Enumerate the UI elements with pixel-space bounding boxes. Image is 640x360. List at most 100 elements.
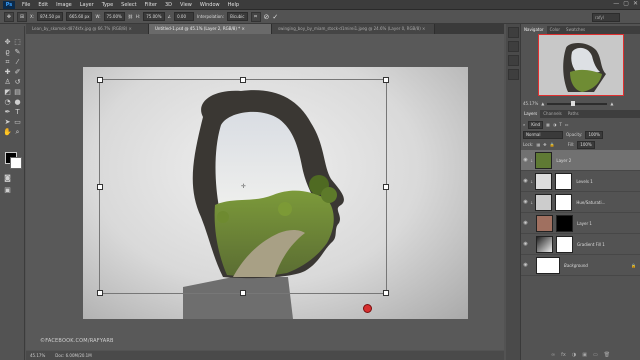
layer-name[interactable]: Layer 1 [577,221,592,226]
link-layers-icon[interactable]: ∞ [551,352,555,360]
lasso-tool-icon[interactable]: ϱ [3,48,12,57]
history-panel-icon[interactable] [507,27,519,38]
menu-help[interactable]: Help [224,2,243,8]
link-icon[interactable]: ⛓ [128,14,133,19]
menu-type[interactable]: Type [98,2,117,8]
document-tab-active[interactable]: Untitled-1.psd @ 45.1% (Layer 2, RGB/8) … [149,24,272,34]
maximize-button[interactable]: ▢ [623,0,629,7]
transform-handle[interactable] [97,77,103,83]
path-select-tool-icon[interactable]: ➤ [3,118,12,127]
new-layer-icon[interactable]: ▭ [593,352,598,360]
tab-swatches[interactable]: Swatches [563,26,588,34]
cancel-transform-icon[interactable]: ⊘ [264,13,270,21]
zoom-slider-knob[interactable] [571,100,576,106]
width-field[interactable]: 75.00% [103,12,125,21]
type-tool-icon[interactable]: T [13,108,22,117]
pen-tool-icon[interactable]: ✒ [3,108,12,117]
marquee-tool-icon[interactable]: ⬚ [13,38,22,47]
visibility-eye-icon[interactable]: ◉ [521,157,530,163]
blend-mode-select[interactable]: Normal [523,130,563,139]
eraser-tool-icon[interactable]: ◩ [3,88,12,97]
screen-mode-icon[interactable]: ▣ [3,186,12,195]
tab-navigator[interactable]: Navigator [521,26,547,34]
navigator-zoom-slider[interactable] [547,100,608,106]
menu-window[interactable]: Window [196,2,224,8]
gradient-tool-icon[interactable]: ▤ [13,88,22,97]
delete-layer-icon[interactable]: 🗑 [604,352,610,360]
tab-paths[interactable]: Paths [565,110,582,118]
lock-all-icon[interactable]: 🔒 [550,142,555,147]
minimize-button[interactable]: — [613,0,619,7]
transform-bounding-box[interactable]: ✛ [97,77,389,296]
transform-handle[interactable] [383,290,389,296]
transform-handle[interactable] [240,290,246,296]
dodge-tool-icon[interactable]: ● [13,98,22,107]
zoom-out-icon[interactable]: ▲ [541,101,544,106]
layer-name[interactable]: Hue/Saturati... [576,200,605,205]
navigator-zoom-value[interactable]: 45.17% [523,101,538,106]
layer-row[interactable]: ◉ ↓ Layer 2 [521,150,640,171]
layer-name[interactable]: Background [564,263,588,268]
zoom-tool-icon[interactable]: ⌕ [13,128,22,137]
hand-tool-icon[interactable]: ✋ [3,128,12,137]
warp-icon[interactable]: ⌗ [250,11,261,22]
transform-center-icon[interactable]: ✛ [241,183,246,190]
history-brush-tool-icon[interactable]: ↺ [13,78,22,87]
transform-handle[interactable] [240,77,246,83]
filter-adjust-icon[interactable]: ◑ [553,122,557,127]
layer-row[interactable]: ◉ Layer 1 [521,213,640,234]
angle-field[interactable]: 0.00 [174,12,195,21]
transform-handle[interactable] [383,77,389,83]
adjustment-layer-icon[interactable]: ◑ [572,352,576,360]
filter-shape-icon[interactable]: ▭ [565,122,569,127]
layer-row[interactable]: ◉ ↓ Hue/Saturati... [521,192,640,213]
visibility-eye-icon[interactable]: ◉ [521,178,530,184]
brush-tool-icon[interactable]: ✐ [13,68,22,77]
crop-tool-icon[interactable]: ⌗ [3,58,12,67]
zoom-in-icon[interactable]: ▲ [610,101,613,106]
layer-row[interactable]: ◉ ↓ Levels 1 [521,171,640,192]
navigator-viewbox[interactable] [538,34,624,96]
document-tab[interactable]: swinging_boy_by_miam_stock-d1mirei1.jpeg… [272,24,435,34]
menu-select[interactable]: Select [117,2,140,8]
document-canvas[interactable]: ✛ [83,67,468,319]
layer-kind-select[interactable]: Kind [528,120,544,129]
visibility-eye-icon[interactable]: ◉ [521,220,530,226]
reference-point-icon[interactable]: ⊞ [17,11,27,22]
tab-layers[interactable]: Layers [521,110,541,118]
new-group-icon[interactable]: ▣ [582,352,587,360]
visibility-eye-icon[interactable]: ◉ [521,262,530,268]
blur-tool-icon[interactable]: ◔ [3,98,12,107]
close-button[interactable]: ✕ [633,0,638,7]
clone-stamp-tool-icon[interactable]: ♙ [3,78,12,87]
layer-style-icon[interactable]: fx [561,352,566,360]
tab-channels[interactable]: Channels [540,110,565,118]
menu-file[interactable]: File [18,2,34,8]
menu-view[interactable]: View [176,2,196,8]
visibility-eye-icon[interactable]: ◉ [521,199,530,205]
healing-tool-icon[interactable]: ✚ [3,68,12,77]
properties-panel-icon[interactable] [507,41,519,52]
lock-position-icon[interactable]: ✥ [543,142,546,147]
status-zoom[interactable]: 45.17% [30,353,45,358]
interpolation-select[interactable]: Bicubic [227,12,248,21]
move-tool-icon[interactable]: ✥ [3,38,12,47]
menu-image[interactable]: Image [52,2,76,8]
filter-pixel-icon[interactable]: ▦ [546,122,550,127]
document-tab[interactable]: Lean_by_skomok-d874kfx.jpg @ 66.7% (RGB/… [26,24,149,34]
visibility-eye-icon[interactable]: ◉ [521,241,530,247]
menu-filter[interactable]: Filter [141,2,161,8]
quick-select-tool-icon[interactable]: ✎ [13,48,22,57]
transform-handle[interactable] [97,290,103,296]
shape-tool-icon[interactable]: ▭ [13,118,22,127]
filter-type-icon[interactable]: T [559,122,561,127]
x-field[interactable]: 874.50 px [37,12,64,21]
commit-transform-icon[interactable]: ✓ [272,13,278,21]
navigator-preview[interactable] [538,34,624,96]
layer-name[interactable]: Levels 1 [576,179,592,184]
menu-edit[interactable]: Edit [34,2,52,8]
layer-name[interactable]: Layer 2 [556,158,571,163]
lock-pixels-icon[interactable]: ▦ [536,142,540,147]
brush-panel-icon[interactable] [507,55,519,66]
transform-handle[interactable] [97,184,103,190]
